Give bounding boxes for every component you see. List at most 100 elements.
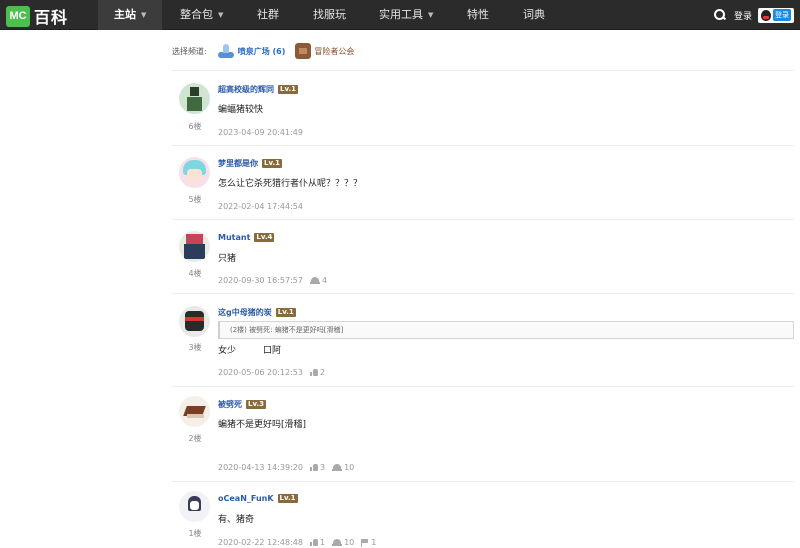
avatar[interactable] [179, 83, 210, 114]
comment-meta: 2022-02-04 17:44:54 [218, 202, 303, 211]
comment-item: 6楼 超高校级的辉同 Lv.1 蝙蝠猪较快 2023-04-09 20:41:4… [172, 71, 794, 146]
author-name: Mutant [218, 233, 251, 242]
comment-text: 蝙蝠猪较快 [218, 105, 264, 115]
level-badge: Lv.3 [246, 400, 266, 409]
comment-meta: 2020-05-06 20:12:53 2 [218, 368, 325, 377]
comment-text: 怎么让它杀死猎行者仆从呢？？？？ [218, 179, 363, 189]
comment-author[interactable]: 超高校级的辉同 Lv.1 [218, 84, 298, 95]
helmet-stat[interactable]: 10 [332, 463, 354, 472]
comment-item: 1楼 oCeaN_FunK Lv.1 有、猪奇 2020-02-22 12:48… [172, 482, 794, 548]
qq-login-label: 登录 [773, 9, 791, 21]
like-stat[interactable]: 1 [309, 538, 326, 547]
comment-timestamp: 2020-09-30 16:57:57 [218, 276, 303, 285]
nav-tools[interactable]: 实用工具 ▼ [379, 0, 433, 30]
author-name: 梦里都是你 [218, 159, 258, 168]
helmet-icon [332, 539, 343, 546]
qq-penguin-icon [761, 9, 771, 21]
level-badge: Lv.1 [262, 159, 282, 168]
nav-dictionary[interactable]: 词典 [523, 0, 545, 30]
floor-number: 6楼 [188, 122, 202, 131]
comment-timestamp: 2020-05-06 20:12:53 [218, 368, 303, 377]
author-name: 这g中母猪的炭 [218, 308, 272, 317]
level-badge: Lv.4 [254, 233, 275, 242]
comment-text: 有、猪奇 [218, 515, 255, 525]
comment-author[interactable]: 这g中母猪的炭 Lv.1 [218, 307, 296, 318]
comment-meta: 2020-04-13 14:39:20 3 10 [218, 463, 354, 472]
avatar[interactable] [179, 396, 210, 427]
thumbs-up-icon [309, 464, 318, 471]
thumbs-up-icon [309, 539, 318, 546]
chevron-down-icon: ▼ [218, 11, 224, 19]
comment-timestamp: 2023-04-09 20:41:49 [218, 128, 303, 137]
helmet-stat[interactable]: 10 [332, 538, 354, 547]
comment-text: 蝙猪不是更好吗[滑稽] [218, 420, 307, 430]
comment-meta: 2023-04-09 20:41:49 [218, 128, 303, 137]
floor-number: 2楼 [188, 434, 202, 443]
comment-author[interactable]: 被劈死 Lv.3 [218, 399, 266, 410]
nav-community[interactable]: 社群 [257, 0, 279, 30]
avatar[interactable] [179, 491, 210, 522]
floor-number: 5楼 [188, 195, 202, 204]
comment-author[interactable]: 梦里都是你 Lv.1 [218, 158, 282, 169]
logo-text: 百科 [34, 8, 69, 27]
nav-modpacks[interactable]: 整合包 ▼ [180, 0, 223, 30]
avatar[interactable] [179, 306, 210, 337]
helmet-count: 4 [321, 276, 328, 285]
nav-label: 整合包 [180, 8, 213, 21]
comment-meta: 2020-02-22 12:48:48 1 10 1 [218, 538, 376, 547]
nav-label: 主站 [114, 8, 136, 21]
comment-timestamp: 2020-02-22 12:48:48 [218, 538, 303, 547]
author-name: 超高校级的辉同 [218, 85, 274, 94]
channel-name: 喷泉广场 (6) [237, 46, 286, 56]
like-stat[interactable]: 2 [309, 368, 325, 377]
comment-author[interactable]: Mutant Lv.4 [218, 233, 275, 242]
nav-label: 找服玩 [313, 8, 346, 21]
site-logo[interactable]: MC 百科 [6, 4, 68, 28]
nav-label: 词典 [523, 8, 545, 21]
top-nav-bar: MC 百科 主站 ▼ 整合包 ▼ 社群 找服玩 实用工具 ▼ 特性 词典 登录 登录 [0, 0, 800, 30]
nav-features[interactable]: 特性 [467, 0, 489, 30]
comment-timestamp: 2020-04-13 14:39:20 [218, 463, 303, 472]
flag-stat[interactable]: 1 [361, 538, 376, 547]
channel-selector: 选择频道: 喷泉广场 (6) 冒险者公会 [172, 40, 354, 62]
channel-adventurers-guild[interactable]: 冒险者公会 [295, 43, 354, 59]
nav-label: 实用工具 [379, 8, 423, 21]
chevron-down-icon: ▼ [428, 11, 434, 19]
comment-text: 只猪 [218, 254, 237, 264]
channel-name: 冒险者公会 [314, 46, 355, 56]
nav-main-site[interactable]: 主站 ▼ [98, 0, 162, 30]
quoted-reply: (2楼) 被劈死: 蝙猪不是更好吗[滑稽] [218, 321, 794, 339]
like-count: 3 [319, 463, 326, 472]
level-badge: Lv.1 [277, 494, 298, 503]
guild-icon [295, 43, 312, 59]
floor-number: 1楼 [188, 529, 202, 538]
nav-find-server[interactable]: 找服玩 [313, 0, 346, 30]
comment-author[interactable]: oCeaN_FunK Lv.1 [218, 494, 298, 503]
flag-icon [361, 538, 369, 547]
like-stat[interactable]: 3 [309, 463, 326, 472]
comment-text: 女少 口阿 [218, 346, 282, 356]
helmet-stat[interactable]: 4 [309, 276, 328, 285]
comment-item: 5楼 梦里都是你 Lv.1 怎么让它杀死猎行者仆从呢？？？？ 2022-02-0… [172, 146, 794, 220]
comment-item: 2楼 被劈死 Lv.3 蝙猪不是更好吗[滑稽] 2020-04-13 14:39… [172, 387, 794, 482]
comment-item: 4楼 Mutant Lv.4 只猪 2020-09-30 16:57:57 4 [172, 220, 794, 294]
comment-timestamp: 2022-02-04 17:44:54 [218, 202, 303, 211]
channel-selector-label: 选择频道: [172, 46, 207, 56]
avatar[interactable] [179, 231, 210, 262]
channel-fountain-plaza[interactable]: 喷泉广场 (6) [217, 43, 286, 59]
level-badge: Lv.1 [278, 85, 298, 94]
floor-number: 3楼 [188, 343, 202, 352]
helmet-count: 10 [344, 463, 355, 472]
comment-item: 3楼 这g中母猪的炭 Lv.1 (2楼) 被劈死: 蝙猪不是更好吗[滑稽] 女少… [172, 294, 794, 387]
helmet-icon [309, 277, 320, 284]
level-badge: Lv.1 [275, 308, 296, 317]
fountain-icon [217, 43, 235, 59]
thumbs-up-icon [309, 369, 318, 376]
author-name: 被劈死 [218, 400, 242, 409]
qq-login-button[interactable]: 登录 [758, 7, 794, 23]
nav-label: 特性 [467, 8, 489, 21]
login-link[interactable]: 登录 [734, 9, 752, 22]
like-count: 1 [319, 538, 326, 547]
search-icon[interactable] [713, 9, 726, 21]
avatar[interactable] [179, 157, 210, 188]
